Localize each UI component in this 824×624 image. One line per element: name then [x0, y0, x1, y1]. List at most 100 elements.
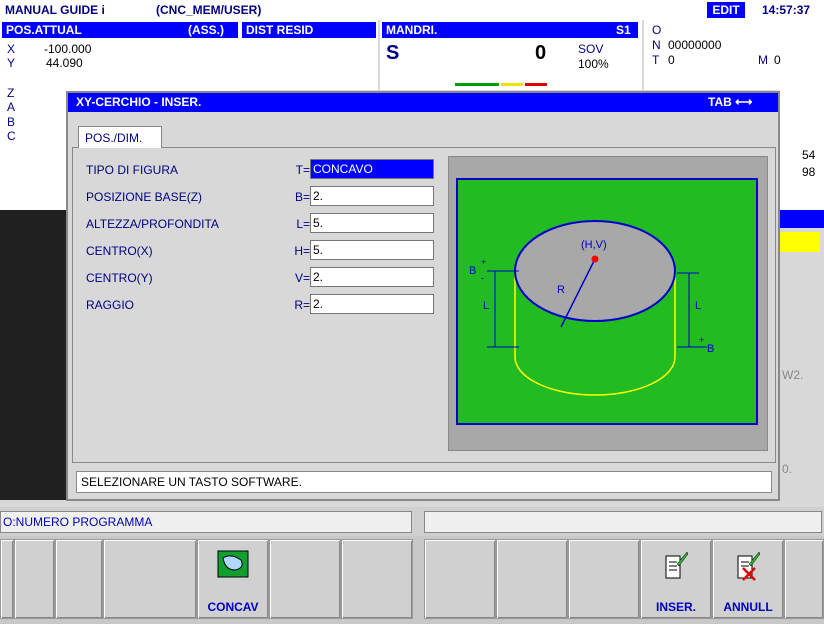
spindle-panel: MANDRI. S1 S 0 SOV 100%: [380, 20, 642, 90]
diagram-b-right-label: B: [707, 343, 715, 355]
softkey-3[interactable]: [103, 539, 197, 619]
axis-b-label: B: [7, 115, 16, 129]
shape-diagram: (H,V) R B + - L L + B: [448, 156, 768, 451]
diagram-svg: [456, 178, 758, 425]
softkey-annull-label: ANNULL: [723, 600, 773, 614]
load-bar-red: [525, 83, 547, 86]
m-value: 0: [774, 53, 781, 67]
right-yellow-strip: [780, 232, 820, 252]
side-o0: 0.: [782, 462, 793, 476]
softkey-concav[interactable]: CONCAV: [197, 539, 269, 619]
m-label: M: [758, 53, 768, 67]
dist-resid-panel: DIST RESID: [240, 20, 378, 90]
softkey-6[interactable]: [341, 539, 413, 619]
o-label: O: [652, 23, 662, 37]
dialog-title: XY-CERCHIO - INSER.: [68, 93, 778, 112]
title-bar: MANUAL GUIDE i (CNC_MEM/USER): [0, 0, 824, 20]
diagram-r-label: R: [557, 284, 565, 296]
n-label: N: [652, 38, 661, 52]
tab-pos-dim[interactable]: POS./DIM.: [78, 126, 162, 148]
t-label: T: [652, 53, 660, 67]
program-info-panel: O N 00000000 T 0 M 0: [644, 20, 824, 90]
program-path: (CNC_MEM/USER): [156, 3, 262, 17]
softkey-5[interactable]: [269, 539, 341, 619]
diagram-minus-left: -: [481, 273, 484, 283]
n-value: 00000000: [668, 38, 722, 52]
axis-z-label: Z: [7, 86, 15, 100]
circle-insert-dialog: XY-CERCHIO - INSER. TAB ⟷ POS./DIM. TIPO…: [66, 91, 780, 501]
sov-value: 100%: [578, 57, 609, 71]
diagram-hv-label: (H,V): [581, 239, 607, 251]
softkey-inser-label: INSER.: [655, 600, 696, 614]
field-figure-type-letter: T=: [295, 163, 310, 177]
status-right: [424, 511, 822, 533]
softkey-8[interactable]: [496, 539, 568, 619]
left-dark-area: [0, 210, 66, 500]
axis-x-label: X: [7, 42, 16, 56]
diagram-b-left-label: B: [469, 265, 477, 277]
softkey-9[interactable]: [568, 539, 640, 619]
abs-label: (ASS.): [188, 23, 224, 37]
clock: 14:57:37: [762, 3, 811, 17]
softkey-2[interactable]: [55, 539, 103, 619]
axis-a-label: A: [7, 100, 16, 114]
diagram-plus-left: +: [481, 257, 487, 267]
diagram-plus-right: +: [699, 335, 705, 345]
field-center-y-value[interactable]: 2.: [310, 267, 434, 287]
message-line: SELEZIONARE UN TASTO SOFTWARE.: [76, 471, 772, 493]
field-center-x-value[interactable]: 5.: [310, 240, 434, 260]
tab-switch-button[interactable]: TAB ⟷: [708, 94, 752, 111]
insert-document-icon: [663, 550, 689, 587]
softkey-7[interactable]: [424, 539, 496, 619]
dialog-title-text: XY-CERCHIO - INSER.: [76, 95, 202, 109]
softkey-annull[interactable]: ANNULL: [712, 539, 784, 619]
spindle-s-label: S: [386, 42, 400, 64]
field-height-letter: L=: [296, 217, 310, 231]
side-w2: W2.: [782, 368, 804, 382]
field-figure-type-label: TIPO DI FIGURA: [86, 163, 179, 177]
field-radius-value[interactable]: 2.: [310, 294, 434, 314]
field-base-pos-label: POSIZIONE BASE(Z): [86, 190, 203, 204]
side-value-1: 54: [802, 148, 816, 162]
sov-label: SOV: [578, 42, 604, 56]
field-radius-label: RAGGIO: [86, 298, 135, 312]
field-center-x-label: CENTRO(X): [86, 244, 153, 258]
field-radius-letter: R=: [294, 298, 310, 312]
softkey-next[interactable]: [784, 539, 824, 619]
field-center-y-label: CENTRO(Y): [86, 271, 153, 285]
softkey-1[interactable]: [14, 539, 55, 619]
field-height-value[interactable]: 5.: [310, 213, 434, 233]
right-blue-strip: [780, 210, 824, 228]
field-center-y-letter: V=: [294, 271, 310, 285]
field-figure-type-value[interactable]: CONCAVO: [310, 159, 434, 179]
spindle-id: S1: [616, 23, 631, 37]
app-title: MANUAL GUIDE i: [5, 3, 105, 17]
axis-x-value: -100.000: [44, 42, 92, 56]
spindle-title: MANDRI.: [386, 23, 438, 37]
softkey-left-return[interactable]: [0, 539, 14, 619]
spindle-s-value: 0: [535, 42, 547, 64]
dist-resid-header: DIST RESID: [242, 22, 376, 38]
t-value: 0: [668, 53, 675, 67]
diagram-l-left-label: L: [483, 300, 490, 312]
status-left: O:NUMERO PROGRAMMA: [0, 511, 412, 533]
field-base-pos-value[interactable]: 2.: [310, 186, 434, 206]
field-base-pos-letter: B=: [294, 190, 310, 204]
field-height-label: ALTEZZA/PROFONDITA: [86, 217, 219, 231]
concave-shape-icon: [217, 550, 249, 581]
spindle-header: MANDRI. S1: [382, 22, 638, 38]
axis-y-label: Y: [7, 56, 16, 70]
softkey-inser[interactable]: INSER.: [640, 539, 712, 619]
position-title: POS.ATTUAL: [6, 23, 82, 37]
axis-c-label: C: [7, 129, 16, 143]
axis-y-value: 44.090: [46, 56, 83, 70]
load-bar-yellow: [501, 83, 523, 86]
softkey-concav-label: CONCAV: [207, 600, 259, 614]
side-value-2: 98: [802, 165, 816, 179]
field-center-x-letter: H=: [294, 244, 310, 258]
cancel-document-icon: [735, 550, 761, 587]
mode-badge: EDIT: [707, 2, 745, 18]
load-bar-green: [455, 83, 499, 86]
diagram-l-right-label: L: [695, 300, 702, 312]
position-header: POS.ATTUAL (ASS.): [2, 22, 238, 38]
